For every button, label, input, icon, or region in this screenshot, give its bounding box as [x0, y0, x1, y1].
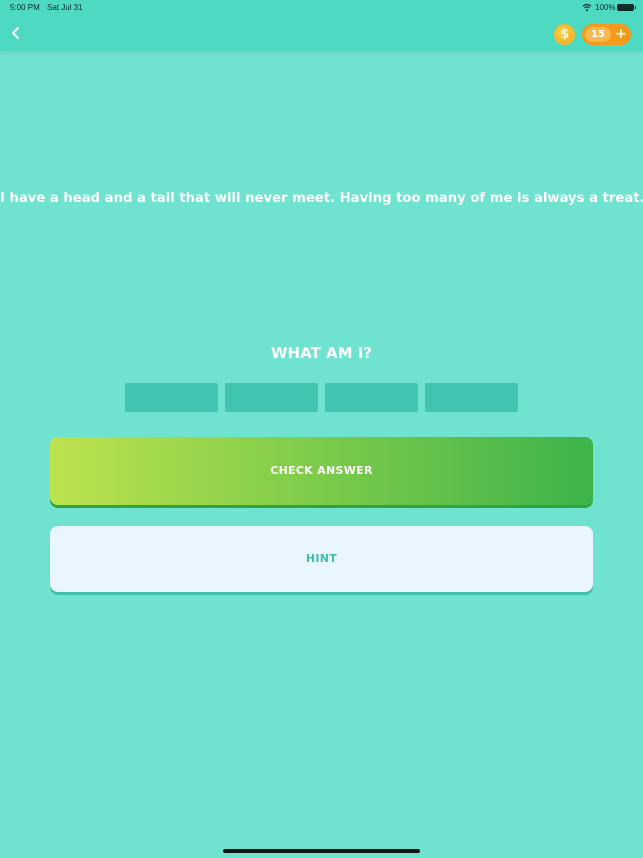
answer-slot[interactable]	[125, 383, 218, 412]
answer-slot[interactable]	[425, 383, 518, 412]
coin-count: 15	[585, 27, 611, 42]
check-answer-button[interactable]: CHECK ANSWER	[50, 437, 593, 505]
back-button[interactable]	[5, 22, 27, 44]
coin-symbol: $	[559, 27, 570, 42]
status-time: 5:00 PM	[10, 3, 40, 12]
add-coins-button[interactable]: +	[612, 25, 630, 44]
coin-balance-pill[interactable]: 15 +	[582, 24, 631, 45]
home-indicator	[223, 849, 420, 853]
chevron-left-icon	[12, 27, 19, 39]
answer-slot[interactable]	[325, 383, 418, 412]
battery-percentage: 100%	[595, 3, 616, 12]
question-title: WHAT AM I?	[270, 344, 373, 362]
top-bar: 5:00 PM Sat Jul 31 100% $ 15 +	[0, 0, 643, 51]
riddle-text: I have a head and a tail that will never…	[0, 191, 643, 206]
status-date: Sat Jul 31	[47, 3, 83, 12]
dollar-coin-icon: $	[554, 24, 575, 45]
answer-slot[interactable]	[225, 383, 318, 412]
battery-icon	[617, 4, 636, 11]
wifi-icon	[582, 3, 592, 12]
hint-button[interactable]: HINT	[50, 526, 593, 592]
